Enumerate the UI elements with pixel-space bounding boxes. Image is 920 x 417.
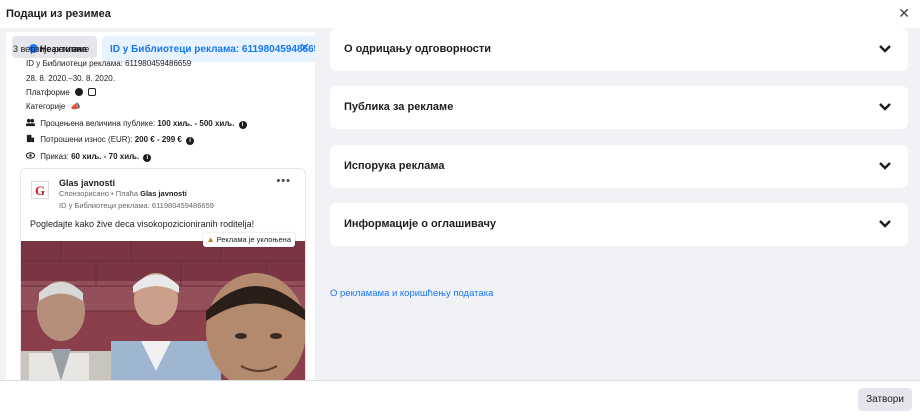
- categories-row: Категорије 📣: [26, 102, 81, 111]
- warning-icon: ▲: [206, 235, 215, 244]
- ad-removed-label: Реклама је уклоњена: [216, 235, 291, 244]
- info-icon[interactable]: i: [143, 154, 152, 162]
- page-logo[interactable]: G: [31, 181, 49, 199]
- sponsored-line: Спонзорисано • Плаћа Glas javnosti: [59, 189, 187, 198]
- versions-label[interactable]: 3 верзије рекламе: [13, 44, 89, 54]
- paid-by-label: • Плаћа: [111, 189, 139, 198]
- chip-close-icon[interactable]: ✕: [299, 40, 310, 56]
- chevron-down-icon: [879, 103, 891, 111]
- megaphone-icon: 📣: [70, 102, 81, 111]
- instagram-icon: [88, 88, 97, 96]
- audience-label: Процењена величина публике:: [40, 119, 156, 128]
- dialog-header: Подаци из резимеа ✕: [0, 0, 920, 28]
- platforms-row: Платформе: [26, 88, 97, 97]
- accordion-title: Информације о оглашивачу: [344, 218, 496, 230]
- spend-row: Потрошени износ (EUR): 200 € - 299 € i: [26, 134, 195, 145]
- audience-row: Процењена величина публике: 100 хиљ. - 5…: [26, 118, 247, 129]
- about-ads-link[interactable]: О рекламама и коришћењу података: [330, 288, 493, 299]
- ad-removed-badge: ▲ Реклама је уклоњена: [202, 233, 295, 247]
- facebook-icon: [75, 88, 84, 96]
- audience-value: 100 хиљ. - 500 хиљ.: [157, 119, 235, 128]
- ad-image: [21, 241, 305, 380]
- more-options-icon[interactable]: •••: [276, 175, 291, 187]
- page-name[interactable]: Glas javnosti: [59, 178, 115, 188]
- ad-preview-card: G Glas javnosti Спонзорисано • Плаћа Gla…: [20, 168, 306, 380]
- dialog-footer: Затвори: [0, 380, 920, 417]
- run-dates: 28. 8. 2020.–30. 8. 2020.: [26, 74, 115, 83]
- spend-label: Потрошени износ (EUR):: [40, 135, 133, 144]
- categories-label: Категорије: [26, 102, 66, 111]
- library-id-chip-label: ID у Библиотеци реклама: 611980459486659: [110, 44, 315, 55]
- chevron-down-icon: [879, 45, 891, 53]
- close-button[interactable]: Затвори: [858, 388, 912, 411]
- spend-value: 200 € - 299 €: [134, 135, 182, 144]
- sponsored-label: Спонзорисано: [59, 189, 109, 198]
- ad-summary-panel: Неактивна 3 верзије рекламе ID у Библиот…: [6, 32, 315, 380]
- eye-icon: [26, 152, 35, 159]
- accordion-title: О одрицању одговорности: [344, 43, 492, 55]
- chevron-down-icon: [879, 220, 891, 228]
- paid-by-value: Glas javnosti: [140, 189, 187, 198]
- dialog-title: Подаци из резимеа: [6, 8, 111, 20]
- impressions-row: Приказ: 60 хиљ. - 70 хиљ. i: [26, 151, 152, 162]
- card-library-id: ID у Библиотеци реклама: 611980459486659: [59, 201, 214, 210]
- accordion-audience[interactable]: Публика за рекламе: [330, 86, 908, 129]
- info-icon[interactable]: i: [186, 137, 195, 145]
- accordion-delivery[interactable]: Испорука реклама: [330, 145, 908, 188]
- accordion-title: Публика за рекламе: [344, 101, 454, 113]
- building-icon: [26, 134, 35, 143]
- ad-body-text: Pogledajte kako žive deca visokopozicion…: [30, 219, 255, 229]
- impressions-value: 60 хиљ. - 70 хиљ.: [71, 152, 140, 161]
- chevron-down-icon: [879, 162, 891, 170]
- info-icon[interactable]: i: [238, 121, 247, 129]
- people-icon: [26, 118, 35, 127]
- accordion-title: Испорука реклама: [344, 160, 445, 172]
- dialog-body: Неактивна 3 верзије рекламе ID у Библиот…: [0, 28, 920, 380]
- library-id-text: ID у Библиотеци реклама: 611980459486659: [26, 59, 192, 68]
- accordion-advertiser[interactable]: Информације о оглашивачу: [330, 203, 908, 246]
- accordion-disclaimer[interactable]: О одрицању одговорности: [330, 28, 908, 71]
- close-icon[interactable]: ✕: [898, 6, 910, 20]
- impressions-label: Приказ:: [40, 152, 69, 161]
- platforms-label: Платформе: [26, 88, 70, 97]
